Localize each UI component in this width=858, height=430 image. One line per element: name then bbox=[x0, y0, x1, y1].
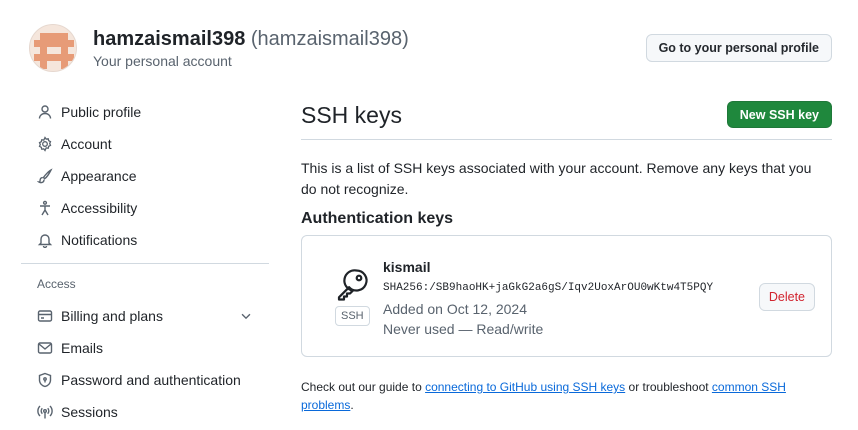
account-header: hamzaismail398 (hamzaismail398) Your per… bbox=[29, 24, 832, 74]
authentication-keys-heading: Authentication keys bbox=[301, 210, 454, 227]
chevron-down-icon[interactable] bbox=[239, 309, 253, 326]
gear-icon bbox=[36, 136, 53, 153]
new-ssh-key-button[interactable]: New SSH key bbox=[726, 101, 832, 128]
ssh-key-item: SSH kismail SHA256:/SB9haoHK+jaGkG2a6gS/… bbox=[301, 235, 832, 357]
key-title: kismail bbox=[383, 259, 431, 275]
sidebar-item-label: Public profile bbox=[61, 104, 142, 120]
sidebar-item-public-profile[interactable]: Public profile bbox=[21, 96, 269, 128]
sidebar-item-label: Sessions bbox=[61, 404, 118, 420]
sidebar-section-title-access: Access bbox=[37, 277, 76, 291]
sidebar-item-label: Appearance bbox=[61, 168, 137, 184]
mail-icon bbox=[36, 340, 53, 357]
sidebar-item-notifications[interactable]: Notifications bbox=[21, 224, 269, 256]
sidebar-item-label: Accessibility bbox=[61, 200, 138, 216]
ssh-badge: SSH bbox=[335, 306, 370, 326]
sidebar-item-label: Emails bbox=[61, 340, 104, 356]
broadcast-icon bbox=[36, 404, 53, 421]
page-description: This is a list of SSH keys associated wi… bbox=[301, 160, 812, 197]
help-text-part: Check out our guide to bbox=[301, 380, 426, 394]
delete-key-button[interactable]: Delete bbox=[758, 283, 815, 311]
shield-lock-icon bbox=[36, 372, 53, 389]
ssh-keys-panel: SSH keys New SSH key This is a list of S… bbox=[301, 96, 832, 414]
go-to-profile-button[interactable]: Go to your personal profile bbox=[645, 34, 832, 62]
username: hamzaismail398 bbox=[93, 28, 246, 50]
sidebar-item-label: Billing and plans bbox=[61, 308, 163, 324]
accessibility-icon bbox=[36, 200, 53, 217]
sidebar-item-accessibility[interactable]: Accessibility bbox=[21, 192, 269, 224]
person-icon bbox=[36, 104, 53, 121]
account-name[interactable]: hamzaismail398 (hamzaismail398) bbox=[93, 28, 409, 51]
user-handle: (hamzaismail398) bbox=[250, 28, 409, 50]
sidebar-item-label: Account bbox=[61, 136, 112, 152]
key-added-date: Added on Oct 12, 2024 bbox=[383, 301, 527, 317]
key-fingerprint: SHA256:/SB9haoHK+jaGkG2a6gS/Iqv2UoxArOU0… bbox=[383, 282, 714, 294]
settings-sidebar: Public profile Account Appearance Access… bbox=[21, 96, 269, 428]
sidebar-item-billing[interactable]: Billing and plans bbox=[21, 300, 269, 332]
sidebar-item-password-auth[interactable]: Password and authentication bbox=[21, 364, 269, 396]
account-subtitle: Your personal account bbox=[93, 53, 232, 69]
help-text-part: . bbox=[350, 398, 354, 412]
connecting-guide-link[interactable]: connecting to GitHub using SSH keys bbox=[425, 380, 625, 394]
sidebar-item-sessions[interactable]: Sessions bbox=[21, 396, 269, 428]
sidebar-item-label: Notifications bbox=[61, 232, 138, 248]
sidebar-item-label: Password and authentication bbox=[61, 372, 241, 388]
ssh-help-text: Check out our guide to connecting to Git… bbox=[301, 378, 801, 414]
sidebar-item-emails[interactable]: Emails bbox=[21, 332, 269, 364]
key-usage-status: Never used — Read/write bbox=[383, 321, 544, 337]
sidebar-item-appearance[interactable]: Appearance bbox=[21, 160, 269, 192]
credit-card-icon bbox=[36, 308, 53, 325]
help-text-part: or troubleshoot bbox=[625, 380, 712, 394]
key-icon bbox=[334, 267, 370, 306]
page-title-row: SSH keys New SSH key bbox=[301, 96, 832, 140]
bell-icon bbox=[36, 232, 53, 249]
avatar[interactable] bbox=[29, 24, 77, 72]
sidebar-item-account[interactable]: Account bbox=[21, 128, 269, 160]
sidebar-divider bbox=[21, 263, 269, 264]
paintbrush-icon bbox=[36, 168, 53, 185]
page-title: SSH keys bbox=[301, 102, 402, 128]
